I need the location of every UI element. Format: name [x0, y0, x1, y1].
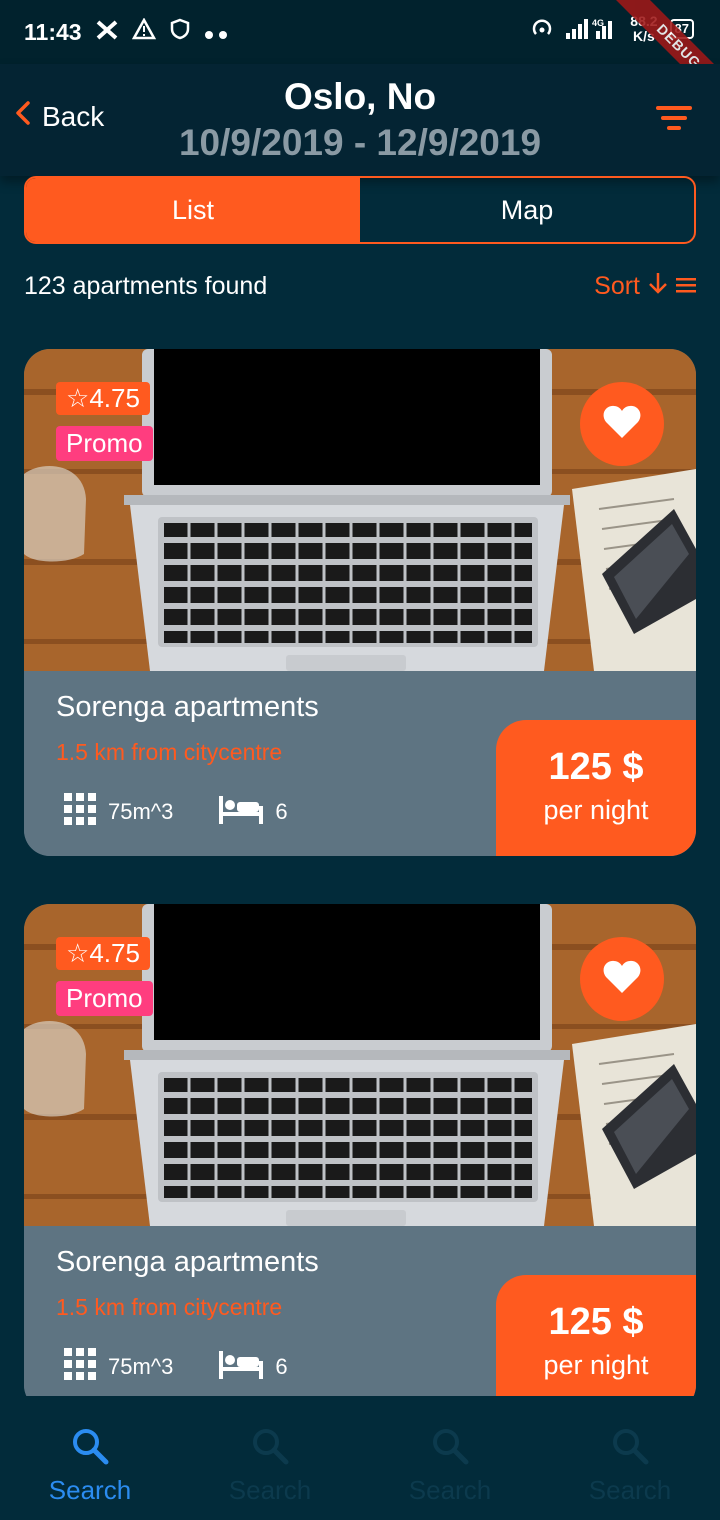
- listing-name: Sorenga apartments: [56, 1246, 319, 1278]
- favorite-button[interactable]: [580, 937, 664, 1021]
- rating-value: 4.75: [89, 383, 140, 413]
- listing-card[interactable]: ☆4.75 Promo Sorenga apartments 1.5 km fr…: [24, 349, 696, 856]
- rating-badge: ☆4.75: [56, 937, 150, 970]
- heart-icon: [602, 404, 642, 445]
- nav-item-search-3[interactable]: Search: [360, 1396, 540, 1520]
- search-icon: [610, 1426, 650, 1471]
- nav-label: Search: [408, 1475, 492, 1505]
- listing-area: 75m^3: [108, 799, 174, 824]
- shield-icon: [170, 18, 190, 46]
- star-outline-icon: ☆: [66, 938, 90, 968]
- nav-label: Search: [588, 1475, 672, 1505]
- warning-icon: [131, 17, 156, 46]
- nav-label: Search: [228, 1475, 312, 1505]
- price-period: per night: [543, 1350, 649, 1380]
- listing-card[interactable]: ☆4.75 Promo Sorenga apartments 1.5 km fr…: [24, 904, 696, 1411]
- filter-button[interactable]: [656, 106, 692, 132]
- listing-beds: 6: [275, 799, 288, 824]
- x-app-icon: [96, 19, 118, 46]
- filter-icon-line-3: [667, 126, 681, 130]
- app-bar: Back Oslo, No 10/9/2019 - 12/9/2019: [0, 64, 720, 176]
- search-icon: [250, 1426, 290, 1471]
- listing-distance: 1.5 km from citycentre: [56, 739, 283, 765]
- hotspot-icon: [530, 16, 554, 43]
- signal-icon: 4G: [566, 17, 618, 42]
- sort-label: Sort: [594, 271, 640, 300]
- rating-value: 4.75: [89, 938, 140, 968]
- bed-icon: [219, 794, 264, 830]
- bottom-navigation: Search Search Search Search: [0, 1396, 720, 1520]
- results-count: 123 apartments found: [24, 271, 268, 300]
- grid-icon: [64, 793, 96, 831]
- search-icon: [70, 1426, 110, 1471]
- promo-badge: Promo: [56, 426, 153, 461]
- nav-item-search-4[interactable]: Search: [540, 1396, 720, 1520]
- status-bar: 11:43 4G 88.2 K/s 87 DEBUG: [0, 0, 720, 115]
- price-box: 125 $ per night: [496, 1275, 696, 1411]
- nav-item-search-2[interactable]: Search: [180, 1396, 360, 1520]
- date-range: 10/9/2019 - 12/9/2019: [178, 122, 542, 163]
- sort-button[interactable]: Sort: [594, 271, 696, 302]
- listing-info: Sorenga apartments 1.5 km from citycentr…: [24, 671, 696, 856]
- listing-meta: 75m^3 6: [64, 1348, 288, 1386]
- tab-map[interactable]: Map: [360, 178, 694, 242]
- filter-icon-line-1: [656, 106, 692, 110]
- listing-info: Sorenga apartments 1.5 km from citycentr…: [24, 1226, 696, 1411]
- listing-price: 125 $: [548, 1301, 644, 1343]
- heart-icon: [602, 959, 642, 1000]
- listing-area: 75m^3: [108, 1354, 174, 1379]
- header-title-block: Oslo, No 10/9/2019 - 12/9/2019: [0, 76, 720, 164]
- tab-list[interactable]: List: [26, 178, 360, 242]
- nav-item-search-1[interactable]: Search: [0, 1396, 180, 1520]
- more-notifications-icon: [204, 19, 230, 46]
- price-box: 125 $ per night: [496, 720, 696, 856]
- rating-badge: ☆4.75: [56, 382, 150, 415]
- page-title: Oslo, No: [283, 76, 437, 117]
- view-toggle: List Map: [24, 176, 696, 244]
- arrow-down-icon: [648, 271, 668, 302]
- favorite-button[interactable]: [580, 382, 664, 466]
- star-outline-icon: ☆: [66, 383, 90, 413]
- promo-badge: Promo: [56, 981, 153, 1016]
- search-icon: [430, 1426, 470, 1471]
- listing-distance: 1.5 km from citycentre: [56, 1294, 283, 1320]
- listing-beds: 6: [275, 1354, 288, 1379]
- results-header: 123 apartments found Sort: [24, 266, 696, 306]
- status-time: 11:43: [24, 18, 82, 45]
- nav-label: Search: [48, 1475, 132, 1505]
- sort-lines-icon: [676, 272, 696, 301]
- listing-photo: ☆4.75 Promo: [24, 349, 696, 671]
- filter-icon-line-2: [661, 116, 687, 120]
- grid-icon: [64, 1348, 96, 1386]
- listing-name: Sorenga apartments: [56, 691, 319, 723]
- bed-icon: [219, 1349, 264, 1385]
- listing-photo: ☆4.75 Promo: [24, 904, 696, 1226]
- listing-meta: 75m^3 6: [64, 793, 288, 831]
- price-period: per night: [543, 795, 649, 825]
- listing-price: 125 $: [548, 746, 644, 788]
